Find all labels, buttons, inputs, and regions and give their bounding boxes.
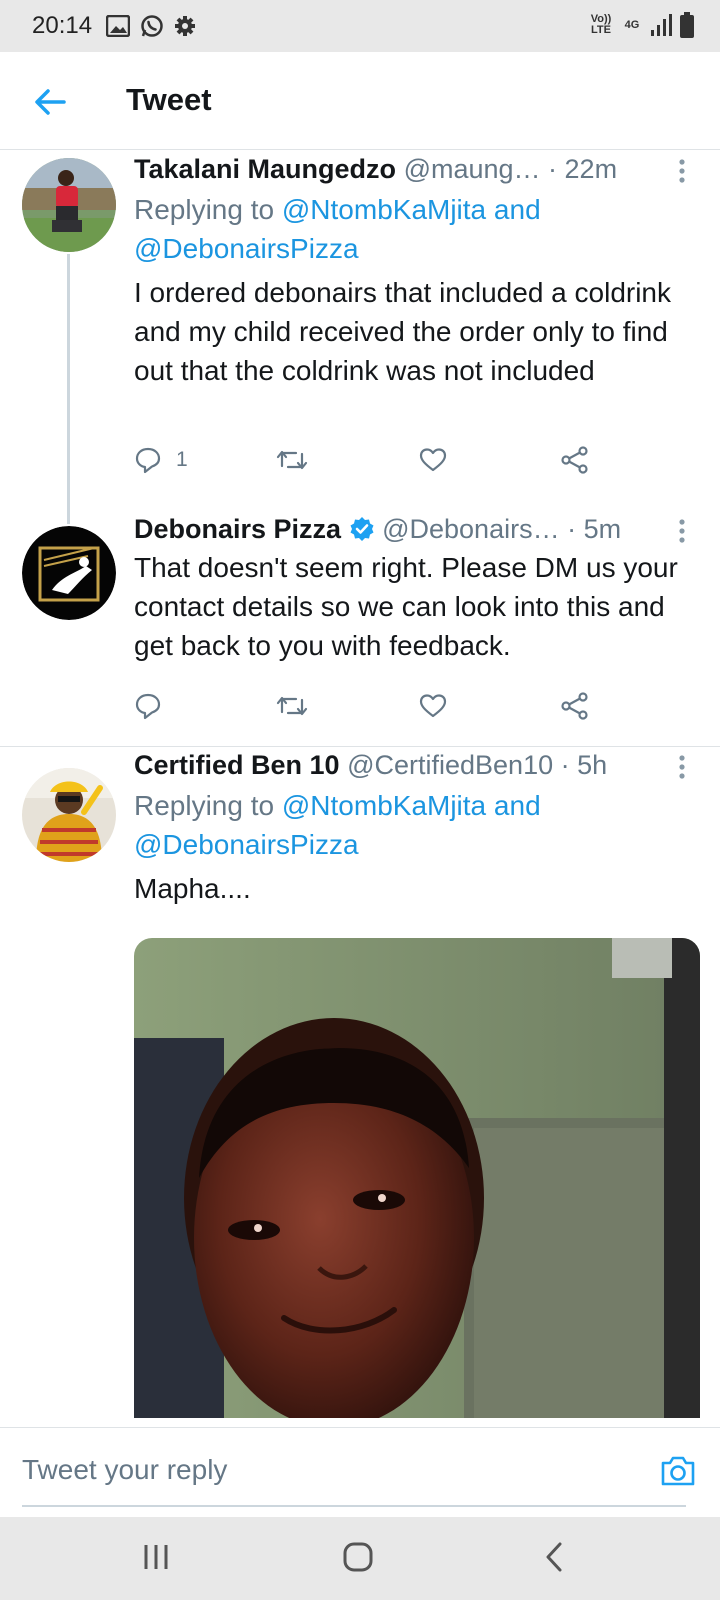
tweet-time: · 5h [560,750,608,780]
retweet-icon [276,450,308,470]
tweet-actions: 1 [134,446,634,486]
tweet-header: Certified Ben 10 @CertifiedBen10 · 5h [134,748,694,782]
status-time: 20:14 [32,12,93,39]
more-options-icon[interactable] [678,754,686,780]
more-options-icon[interactable] [678,518,686,544]
more-options-icon[interactable] [678,158,686,184]
and-text: and [486,194,541,225]
display-name[interactable]: Certified Ben 10 [134,750,340,780]
reply-input[interactable]: Tweet your reply [22,1454,227,1486]
user-handle[interactable]: @maung… [404,154,541,184]
reply-button[interactable]: 1 [134,446,188,474]
share-icon [561,692,588,720]
mention-link[interactable]: @NtombKaMjita [282,194,486,225]
tweet[interactable]: Debonairs Pizza @Debonairs… · 5m That do… [0,514,720,746]
signal-icon [651,14,672,36]
tweet-time: · 5m [567,514,622,544]
whatsapp-icon [141,15,163,37]
tweet-text: That doesn't seem right. Please DM us yo… [134,552,678,661]
home-icon[interactable] [340,1539,376,1575]
gear-icon [175,16,195,36]
volte-indicator: Vo)) LTE [590,13,612,36]
reply-count: 1 [176,448,188,471]
network-type: 4G [624,18,640,31]
replying-prefix: Replying to [134,194,282,225]
share-button[interactable] [560,446,590,474]
heart-icon [419,694,447,718]
tweet-header: Debonairs Pizza @Debonairs… · 5m [134,512,694,546]
avatar[interactable] [22,158,116,252]
reply-button[interactable] [134,692,162,720]
reply-bar: Tweet your reply [0,1427,720,1517]
replying-prefix: Replying to [134,790,282,821]
share-button[interactable] [560,692,590,720]
replying-to: Replying to @NtombKaMjita and @Debonairs… [134,786,694,864]
share-icon [561,446,588,474]
replying-to: Replying to @NtombKaMjita and @Debonairs… [134,190,694,268]
avatar[interactable] [22,526,116,620]
and-text: and [486,790,541,821]
tweet-media-image[interactable] [134,938,700,1418]
app-header: Tweet [0,52,720,150]
tweet-text: I ordered debonairs that included a cold… [134,277,672,386]
display-name[interactable]: Debonairs Pizza [134,514,341,544]
heart-icon [419,448,447,472]
like-button[interactable] [419,692,447,720]
page-title: Tweet [126,82,212,117]
tweet-text: Mapha.... [134,873,251,904]
mention-link[interactable]: @NtombKaMjita [282,790,486,821]
avatar[interactable] [22,768,116,862]
image-icon [106,15,130,37]
reply-icon [135,447,161,474]
mention-link[interactable]: @DebonairsPizza [134,829,359,860]
reply-input-underline [22,1505,686,1507]
mention-link[interactable]: @DebonairsPizza [134,233,359,264]
retweet-button[interactable] [276,446,308,474]
tweet-actions [134,692,634,732]
recent-apps-icon[interactable] [142,1539,172,1575]
back-nav-icon[interactable] [540,1539,570,1575]
user-handle[interactable]: @Debonairs… [382,514,559,544]
status-bar: 20:14 Vo)) LTE 4G [0,0,720,52]
verified-badge-icon [350,517,374,541]
back-arrow-icon[interactable] [30,82,70,122]
camera-icon[interactable] [660,1454,696,1488]
system-nav-bar [0,1517,720,1600]
retweet-button[interactable] [276,692,308,720]
tweet-divider [0,746,720,747]
battery-icon [680,12,694,38]
retweet-icon [276,696,308,716]
like-button[interactable] [419,446,447,474]
tweet[interactable]: Takalani Maungedzo @maung… · 22m Replyin… [0,150,720,496]
reply-icon [135,693,161,720]
tweet-header: Takalani Maungedzo @maung… · 22m [134,152,694,186]
tweet-time: · 22m [548,154,618,184]
display-name[interactable]: Takalani Maungedzo [134,154,396,184]
user-handle[interactable]: @CertifiedBen10 [347,750,553,780]
